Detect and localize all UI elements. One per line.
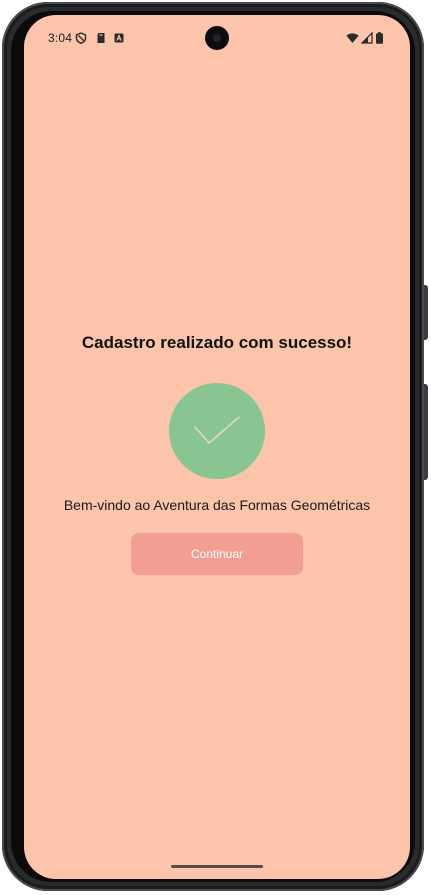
android-app-icon [114,33,124,43]
wifi-icon [346,33,359,43]
app-screen: 3:04 Cadastro realizado com sucesso! Bem… [24,15,410,879]
cell-signal-icon [361,32,373,44]
battery-icon [376,32,383,44]
volume-button [424,384,428,480]
shield-icon [75,32,87,44]
checkmark-icon [194,416,240,444]
welcome-message: Bem-vindo ao Aventura das Formas Geométr… [63,497,371,513]
sd-card-icon [97,33,105,43]
gesture-navigation-bar[interactable] [171,865,263,868]
front-camera [205,26,229,50]
power-button [424,285,428,340]
status-bar: 3:04 [24,15,410,63]
success-title: Cadastro realizado com sucesso! [81,333,353,352]
success-badge [169,383,265,479]
status-time: 3:04 [48,31,73,45]
continue-button[interactable]: Continuar [131,533,303,575]
